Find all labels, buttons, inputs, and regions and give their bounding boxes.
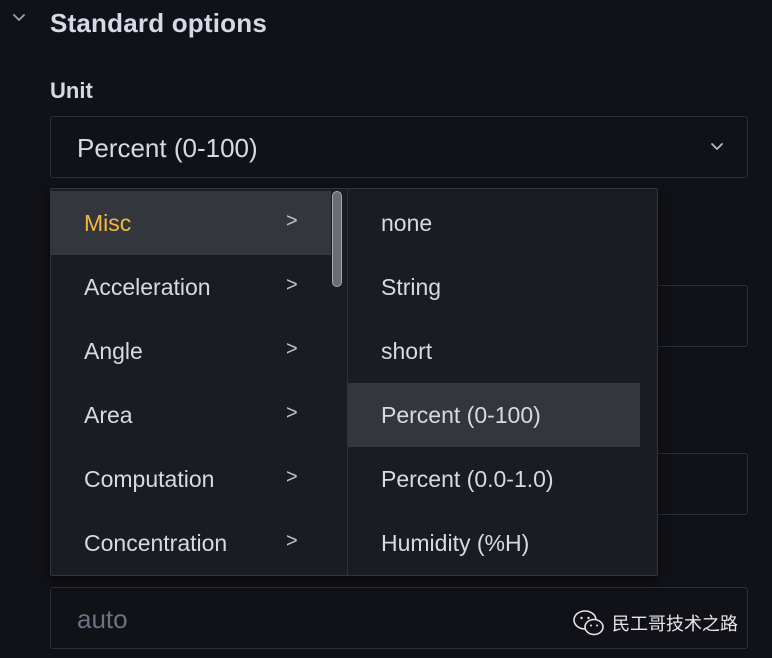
unit-option-label: String <box>381 274 442 300</box>
category-item-acceleration[interactable]: Acceleration > <box>51 255 331 319</box>
unit-option-label: none <box>381 210 433 236</box>
unit-option-short[interactable]: short <box>348 319 640 383</box>
chevron-right-icon: > <box>286 274 298 296</box>
category-label: Misc <box>84 210 132 236</box>
section-title: Standard options <box>50 8 267 38</box>
chevron-right-icon: > <box>286 530 298 552</box>
category-scrollbar[interactable] <box>332 191 342 287</box>
unit-option-column[interactable]: none String short Percent (0-100) Percen… <box>348 189 657 575</box>
unit-option-none[interactable]: none <box>348 191 640 255</box>
unit-option-string[interactable]: String <box>348 255 640 319</box>
unit-cascader-menu[interactable]: Misc > Acceleration > Angle > Area > Com… <box>50 188 658 576</box>
category-item-concentration[interactable]: Concentration > <box>51 511 331 575</box>
category-column[interactable]: Misc > Acceleration > Angle > Area > Com… <box>51 189 348 575</box>
category-label: Angle <box>84 338 143 364</box>
category-label: Acceleration <box>84 274 211 300</box>
unit-option-percent-0-1[interactable]: Percent (0.0-1.0) <box>348 447 640 511</box>
category-item-computation[interactable]: Computation > <box>51 447 331 511</box>
unit-select[interactable]: Percent (0-100) <box>50 116 748 178</box>
chevron-down-icon[interactable] <box>709 141 725 153</box>
category-label: Area <box>84 402 133 428</box>
wechat-icon <box>573 610 604 636</box>
unit-label: Unit <box>50 78 93 103</box>
chevron-down-icon[interactable] <box>12 11 26 25</box>
unit-option-label: Percent (0.0-1.0) <box>381 466 554 492</box>
watermark: 民工哥技术之路 <box>572 608 762 638</box>
category-label: Concentration <box>84 530 228 556</box>
unit-option-humidity[interactable]: Humidity (%H) <box>348 511 640 575</box>
category-item-misc[interactable]: Misc > <box>51 191 331 255</box>
unit-option-label: Humidity (%H) <box>381 530 530 556</box>
watermark-text: 民工哥技术之路 <box>612 614 738 635</box>
category-label: Computation <box>84 466 215 492</box>
decimals-placeholder: auto <box>77 604 128 634</box>
chevron-right-icon: > <box>286 210 298 232</box>
chevron-right-icon: > <box>286 402 298 424</box>
chevron-right-icon: > <box>286 338 298 360</box>
category-item-area[interactable]: Area > <box>51 383 331 447</box>
unit-option-label: short <box>381 338 433 364</box>
chevron-right-icon: > <box>286 466 298 488</box>
section-header[interactable]: Standard options <box>0 0 772 50</box>
unit-select-value: Percent (0-100) <box>77 133 258 163</box>
unit-option-percent-0-100[interactable]: Percent (0-100) <box>348 383 640 447</box>
category-item-angle[interactable]: Angle > <box>51 319 331 383</box>
unit-option-label: Percent (0-100) <box>381 402 541 428</box>
